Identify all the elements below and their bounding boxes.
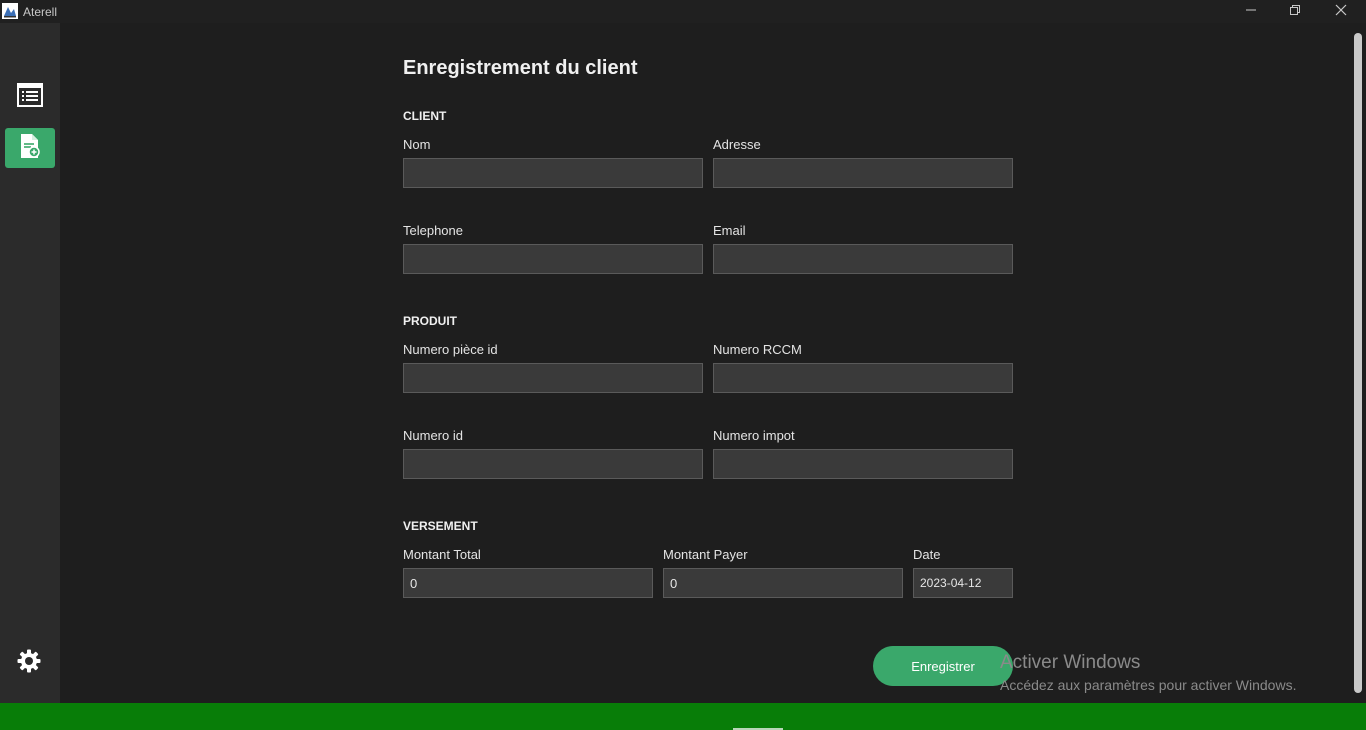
app-logo-icon [2,3,18,19]
date-input[interactable] [913,568,1013,598]
date-label: Date [913,547,941,562]
title-bar: Aterell [0,0,1366,23]
window-title: Aterell [23,5,58,19]
status-bar [0,703,1366,730]
restore-icon [1289,3,1301,21]
gear-icon [17,649,41,678]
numero-rccm-input[interactable] [713,363,1013,393]
minimize-button[interactable] [1228,0,1274,23]
montant-payer-label: Montant Payer [663,547,748,562]
numero-impot-input[interactable] [713,449,1013,479]
sidebar-item-add-client[interactable] [5,128,55,168]
montant-total-input[interactable] [403,568,653,598]
numero-impot-label: Numero impot [713,428,795,443]
close-icon [1335,3,1347,21]
section-produit-heading: PRODUIT [403,314,457,328]
montant-total-label: Montant Total [403,547,481,562]
numero-rccm-label: Numero RCCM [713,342,802,357]
email-label: Email [713,223,746,238]
sidebar [0,23,60,703]
settings-button[interactable] [15,649,43,677]
sidebar-item-list[interactable] [5,77,55,117]
close-button[interactable] [1318,0,1364,23]
section-versement-heading: VERSEMENT [403,519,478,533]
nom-input[interactable] [403,158,703,188]
activation-watermark-title: Activer Windows [1000,652,1141,673]
page-title: Enregistrement du client [403,57,638,79]
numero-id-label: Numero id [403,428,463,443]
nom-label: Nom [403,137,431,152]
adresse-label: Adresse [713,137,761,152]
vertical-scrollbar[interactable] [1354,33,1362,693]
activation-watermark-subtitle: Accédez aux paramètres pour activer Wind… [1000,677,1297,693]
section-client-heading: CLIENT [403,109,447,123]
telephone-input[interactable] [403,244,703,274]
montant-payer-input[interactable] [663,568,903,598]
add-document-icon [19,133,41,164]
numero-piece-id-label: Numero pièce id [403,342,498,357]
minimize-icon [1245,3,1257,21]
email-input[interactable] [713,244,1013,274]
adresse-input[interactable] [713,158,1013,188]
numero-piece-id-input[interactable] [403,363,703,393]
telephone-label: Telephone [403,223,463,238]
enregistrer-button[interactable]: Enregistrer [873,646,1013,686]
numero-id-input[interactable] [403,449,703,479]
list-icon [17,82,43,112]
restore-button[interactable] [1272,0,1318,23]
